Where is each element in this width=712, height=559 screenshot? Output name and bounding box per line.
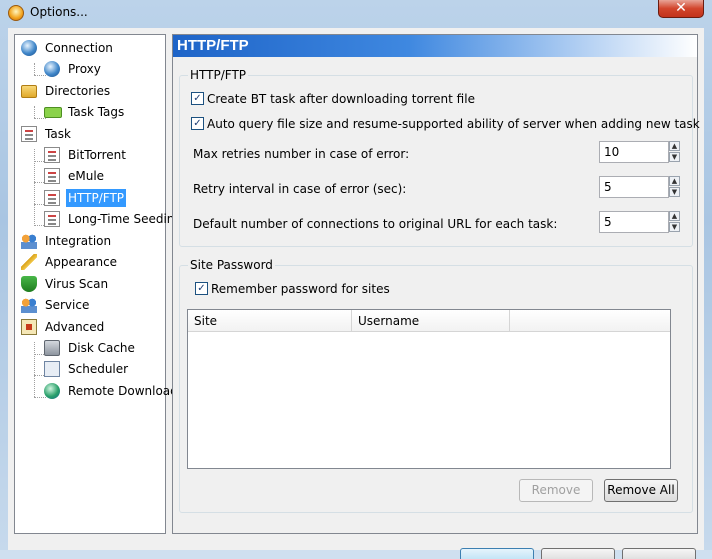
nav-item-label: Proxy: [68, 62, 101, 76]
column-header-empty: [510, 310, 670, 332]
nav-item-label: Connection: [45, 41, 113, 55]
control-panel-icon: [21, 319, 37, 335]
checkbox-box: ✓: [191, 92, 204, 105]
nav-item-label: eMule: [68, 169, 105, 183]
spin-up-icon[interactable]: ▲: [669, 176, 680, 186]
nav-item-label: Directories: [45, 84, 111, 98]
checkbox-box: ✓: [195, 282, 208, 295]
options-nav-tree: Connection Proxy Directories Task Tags T…: [14, 34, 182, 534]
globe-network-icon: [21, 40, 37, 56]
max-retries-spinner[interactable]: 10 ▲ ▼: [599, 141, 680, 163]
title-bar[interactable]: Options... ✕: [0, 0, 712, 26]
group-title: HTTP/FTP: [188, 68, 249, 82]
spinner-value: 5: [604, 180, 612, 194]
max-retries-label: Max retries number in case of error:: [193, 147, 410, 161]
earth-icon: [44, 383, 60, 399]
nav-item-label: BitTorrent: [68, 148, 126, 162]
task-sheet-icon: [44, 190, 60, 206]
task-sheet-icon: [21, 126, 37, 142]
nav-item-label: Advanced: [45, 320, 105, 334]
page-title: HTTP/FTP: [173, 35, 697, 57]
nav-item-label: Integration: [45, 234, 112, 248]
spin-up-icon[interactable]: ▲: [669, 211, 680, 221]
spinner-arrows: ▲ ▼: [669, 141, 680, 163]
close-button[interactable]: ✕: [658, 0, 704, 18]
connections-spinner[interactable]: 5 ▲ ▼: [599, 211, 680, 233]
retry-interval-label: Retry interval in case of error (sec):: [193, 182, 407, 196]
tag-icon: [44, 107, 62, 118]
task-sheet-icon: [44, 211, 60, 227]
nav-item-label: Remote Download: [68, 384, 178, 398]
tree-connector: [34, 397, 46, 398]
proxy-globe-icon: [44, 61, 60, 77]
retry-interval-spinner[interactable]: 5 ▲ ▼: [599, 176, 680, 198]
task-sheet-icon: [44, 168, 60, 184]
nav-item-label: Task: [45, 127, 71, 141]
checkbox-label: Remember password for sites: [211, 282, 390, 296]
nav-item-label: Long-Time Seeding: [68, 212, 183, 226]
nav-item-label: Scheduler: [68, 362, 129, 376]
dialog-client-area: Connection Proxy Directories Task Tags T…: [8, 28, 704, 559]
nav-item-label: Disk Cache: [68, 341, 135, 355]
tree-connector: [34, 342, 35, 397]
people-icon: [21, 297, 37, 313]
brush-icon: [21, 254, 37, 270]
disk-icon: [44, 340, 60, 356]
checkbox-box: ✓: [191, 117, 204, 130]
spin-down-icon[interactable]: ▼: [669, 187, 680, 197]
nav-item-label: Task Tags: [68, 105, 125, 119]
tree-connector: [34, 106, 35, 118]
group-title: Site Password: [188, 258, 275, 272]
column-header-username[interactable]: Username: [352, 310, 510, 332]
checkbox-label: Create BT task after downloading torrent…: [207, 92, 475, 106]
site-password-table[interactable]: Site Username: [187, 309, 671, 469]
spinner-value: 5: [604, 215, 612, 229]
remove-button[interactable]: Remove: [519, 479, 593, 502]
app-logo-icon: [8, 5, 24, 21]
connections-label: Default number of connections to origina…: [193, 217, 558, 231]
nav-item-label: Service: [45, 298, 90, 312]
scheduler-icon: [44, 361, 60, 377]
people-icon: [21, 233, 37, 249]
tree-connector: [34, 118, 46, 119]
spin-down-icon[interactable]: ▼: [669, 152, 680, 162]
spinner-arrows: ▲ ▼: [669, 176, 680, 198]
spinner-arrows: ▲ ▼: [669, 211, 680, 233]
nav-item-label: Appearance: [45, 255, 118, 269]
tree-connector: [34, 75, 46, 76]
nav-item-label: Virus Scan: [45, 277, 109, 291]
folder-icon: [21, 85, 37, 98]
spin-down-icon[interactable]: ▼: [669, 222, 680, 232]
spin-up-icon[interactable]: ▲: [669, 141, 680, 151]
checkbox-label: Auto query file size and resume-supporte…: [207, 117, 700, 131]
window-title: Options...: [30, 5, 88, 19]
column-header-site[interactable]: Site: [188, 310, 352, 332]
remove-all-button[interactable]: Remove All: [604, 479, 678, 502]
tree-connector: [34, 63, 35, 75]
task-sheet-icon: [44, 147, 60, 163]
spinner-value: 10: [604, 145, 620, 159]
nav-item-label: HTTP/FTP: [66, 189, 127, 207]
options-window: Options... ✕ Connection Proxy Directorie…: [0, 0, 712, 559]
shield-icon: [21, 276, 37, 292]
settings-panel: HTTP/FTP HTTP/FTP ✓ Create BT task after…: [172, 34, 700, 534]
